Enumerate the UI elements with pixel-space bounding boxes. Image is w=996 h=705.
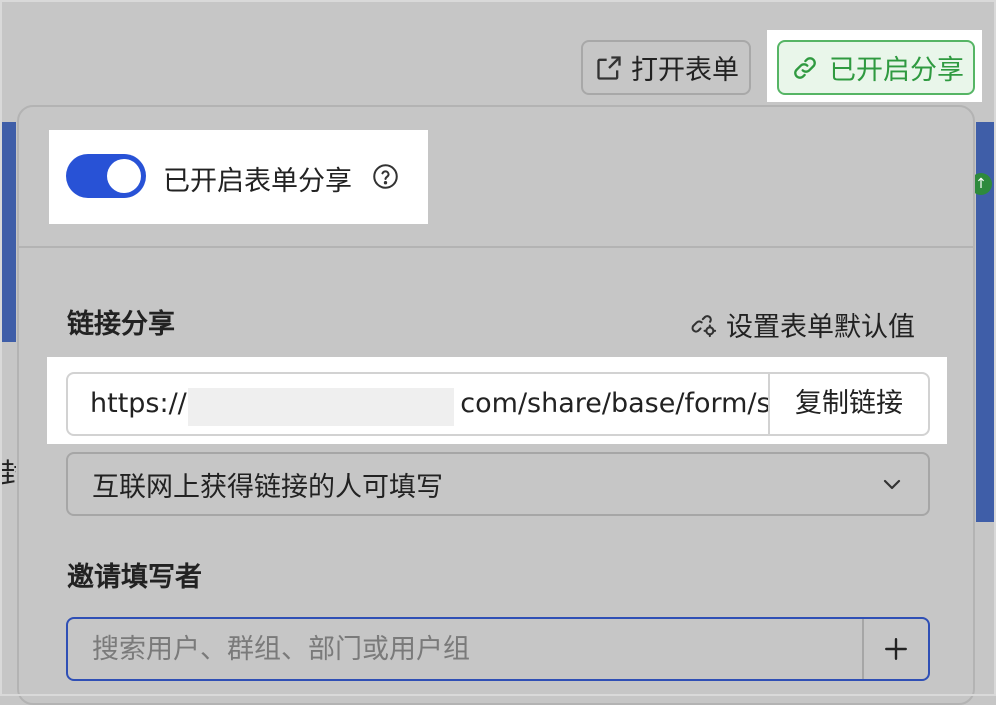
toggle-knob bbox=[107, 159, 141, 193]
background-text-fragment: 封 bbox=[0, 457, 16, 490]
redacted-domain bbox=[188, 388, 454, 426]
open-form-label: 打开表单 bbox=[631, 55, 739, 86]
settings-link-icon bbox=[691, 314, 717, 337]
form-share-toggle-label: 已开启表单分享 bbox=[163, 166, 352, 197]
background-banner-left bbox=[0, 122, 16, 342]
chevron-down-icon bbox=[883, 479, 901, 490]
link-icon bbox=[794, 56, 816, 79]
help-icon[interactable] bbox=[372, 163, 399, 190]
set-form-defaults-label: 设置表单默认值 bbox=[726, 312, 915, 343]
plus-icon bbox=[885, 638, 907, 660]
link-permission-value: 互联网上获得链接的人可填写 bbox=[92, 471, 443, 503]
share-url-text[interactable]: https://l com/share/base/form/sl bbox=[68, 374, 768, 434]
link-share-title: 链接分享 bbox=[67, 309, 175, 340]
section-divider bbox=[19, 246, 973, 248]
open-form-button[interactable]: 打开表单 bbox=[581, 40, 751, 95]
invite-search-input[interactable] bbox=[68, 619, 862, 679]
invite-search bbox=[66, 617, 930, 681]
share-url-field[interactable]: https://l com/share/base/form/sl 复制链接 bbox=[66, 372, 930, 436]
external-link-icon bbox=[597, 55, 621, 80]
link-permission-select[interactable]: 互联网上获得链接的人可填写 bbox=[66, 452, 930, 516]
share-status-label: 已开启分享 bbox=[829, 55, 964, 86]
share-status-button[interactable]: 已开启分享 bbox=[777, 40, 975, 95]
set-form-defaults-link[interactable]: 设置表单默认值 bbox=[690, 305, 915, 344]
invite-title: 邀请填写者 bbox=[67, 562, 202, 593]
share-url-prefix: https://l bbox=[90, 388, 195, 419]
add-invitee-button[interactable] bbox=[862, 619, 928, 679]
copy-link-button[interactable]: 复制链接 bbox=[768, 374, 928, 434]
form-share-toggle[interactable] bbox=[66, 154, 146, 198]
share-url-suffix: com/share/base/form/sl bbox=[460, 388, 768, 419]
